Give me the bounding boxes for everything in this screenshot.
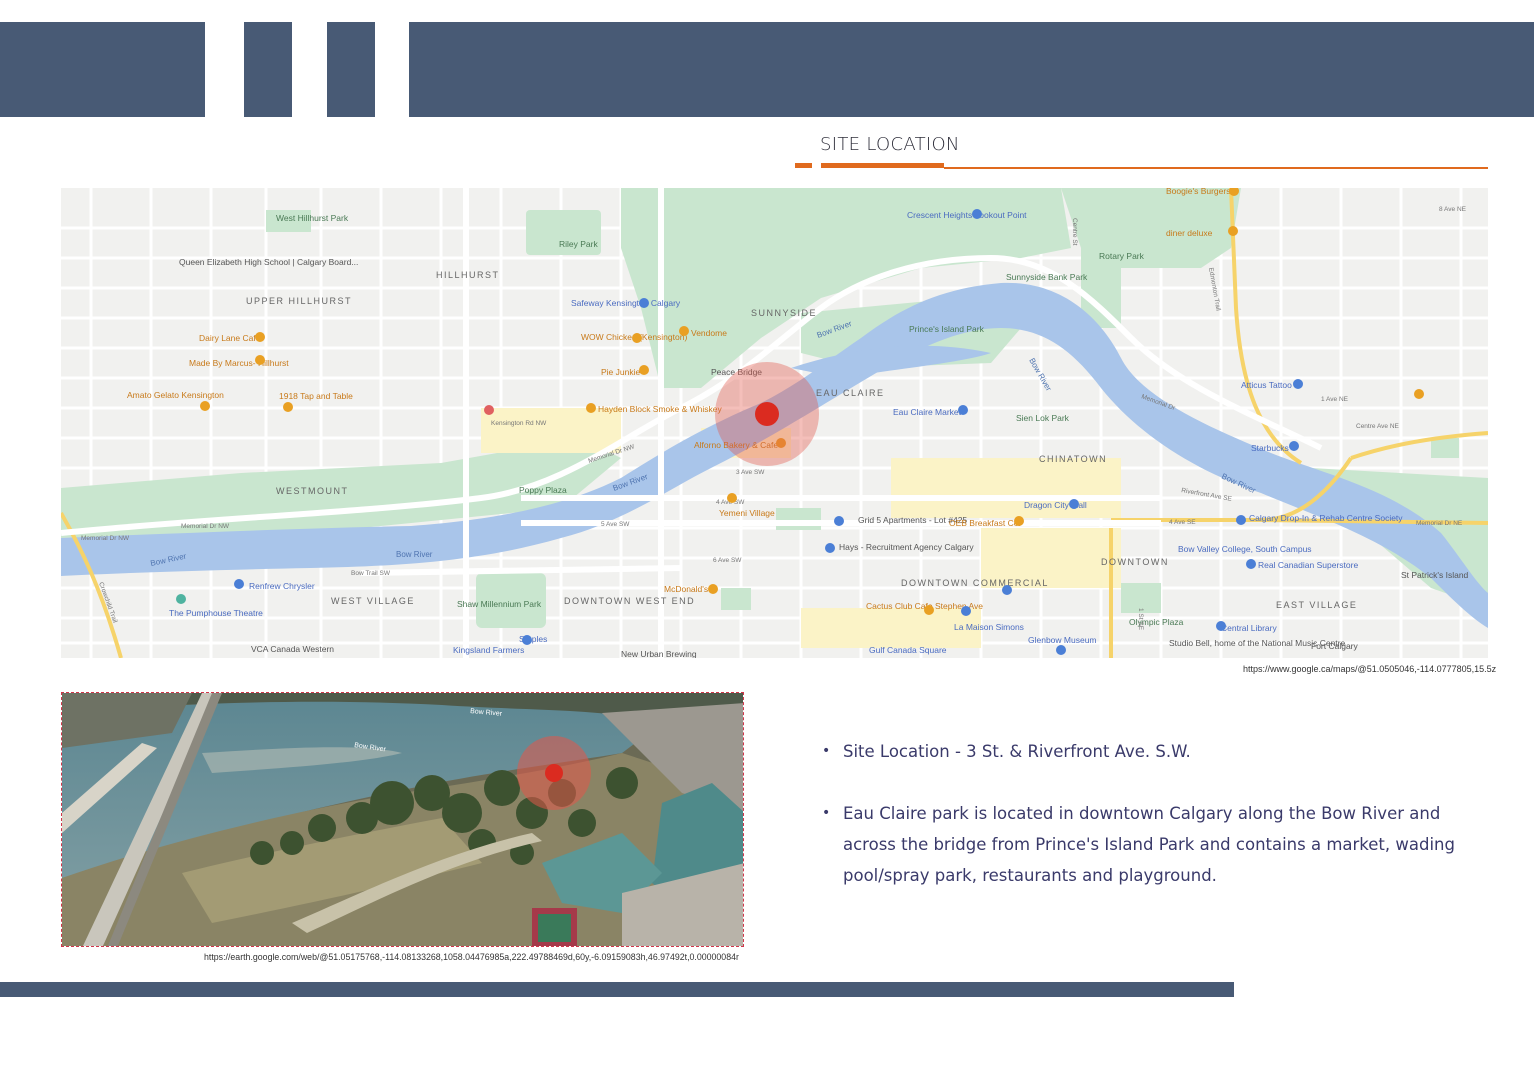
- map-place-hays: Hays - Recruitment Agency Calgary: [839, 542, 974, 552]
- map-place-kingsland: Kingsland Farmers: [453, 645, 524, 655]
- map-place-atticus: Atticus Tattoo: [1241, 380, 1292, 390]
- header-band-3: [327, 22, 375, 117]
- map-place-vendome: Vendome: [691, 328, 727, 338]
- header-band-1: [0, 22, 205, 117]
- map-place-bow-valley-college: Bow Valley College, South Campus: [1178, 544, 1312, 554]
- map-place-fort-calgary: Fort Calgary: [1311, 641, 1359, 651]
- map-place-west-hillhurst-park: West Hillhurst Park: [276, 213, 349, 223]
- map-place-rotary-park: Rotary Park: [1099, 251, 1145, 261]
- map-place-amato-gelato: Amato Gelato Kensington: [127, 390, 224, 400]
- map-place-gulf-canada: Gulf Canada Square: [869, 645, 947, 655]
- map-label-upper-hillhurst: UPPER HILLHURST: [246, 296, 352, 306]
- map-label-sunnyside: SUNNYSIDE: [751, 308, 817, 318]
- map-street-label: Bow Trail SW: [351, 570, 391, 577]
- map-place-riley-park: Riley Park: [559, 239, 598, 249]
- map-place-mcdonalds: McDonald's: [664, 584, 708, 594]
- title-accent-thick: [821, 163, 944, 168]
- site-marker: [755, 402, 779, 426]
- map-street-label: Memorial Dr NE: [1416, 520, 1463, 527]
- map-place-queen-elizabeth: Queen Elizabeth High School | Calgary Bo…: [179, 257, 358, 267]
- bullet-text: Eau Claire park is located in downtown C…: [843, 804, 1455, 885]
- map-place-pie-junkie: Pie Junkie: [601, 367, 640, 377]
- map-label-eau-claire: EAU CLAIRE: [816, 388, 885, 398]
- map-street-label: Centre St: [1071, 218, 1078, 246]
- header-band-2: [244, 22, 292, 117]
- map-label-west-village: WEST VILLAGE: [331, 596, 415, 606]
- map-street-label: 5 Ave SW: [601, 521, 630, 528]
- map-label-east-village: EAST VILLAGE: [1276, 600, 1357, 610]
- map-place-central-library: Central Library: [1221, 623, 1277, 633]
- map-place-made-by-marcus: Made By Marcus- Hillhurst: [189, 358, 289, 368]
- map-place-shaw-millennium: Shaw Millennium Park: [457, 599, 542, 609]
- map-place-starbucks: Starbucks: [1251, 443, 1289, 453]
- map-street-label: Memorial Dr NW: [181, 523, 230, 530]
- header-band-4: [409, 22, 1534, 117]
- map-street-label: 3 Ave SW: [736, 469, 765, 476]
- title-accent-small: [795, 163, 812, 168]
- photo-site-marker: [545, 764, 563, 782]
- map-place-eau-claire-market: Eau Claire Market: [893, 407, 962, 417]
- map-label-hillhurst: HILLHURST: [436, 270, 500, 280]
- map-street-label: Centre Ave NE: [1356, 423, 1400, 430]
- map-place-crescent-heights: Crescent Heights Lookout Point: [907, 210, 1027, 220]
- map-place-diner-deluxe: diner deluxe: [1166, 228, 1213, 238]
- map-place-vca: VCA Canada Western: [251, 644, 334, 654]
- photo-credit[interactable]: https://earth.google.com/web/@51.0517576…: [204, 952, 744, 962]
- map-place-superstore: Real Canadian Superstore: [1258, 560, 1358, 570]
- map-street-label: 4 Ave SE: [1169, 519, 1196, 526]
- map-place-oeb: OEB Breakfast Co.: [949, 518, 1021, 528]
- footer-band: [0, 982, 1234, 997]
- map-street-label: 1 Ave NE: [1321, 396, 1349, 403]
- bullet-glyph: •: [822, 805, 831, 821]
- map-place-hayden-block: Hayden Block Smoke & Whiskey: [598, 404, 723, 414]
- page-title: SITE LOCATION: [820, 134, 960, 155]
- map-label-chinatown: CHINATOWN: [1039, 454, 1107, 464]
- map-place-new-urban: New Urban Brewing: [621, 649, 697, 658]
- map-label-westmount: WESTMOUNT: [276, 486, 349, 496]
- map-place-safeway: Safeway Kensington Calgary: [571, 298, 681, 308]
- map-street-label: Kensington Rd NW: [491, 420, 547, 427]
- map-label-downtown: DOWNTOWN: [1101, 557, 1169, 567]
- map-river-label: Bow River: [396, 550, 433, 559]
- description-list: • Site Location - 3 St. & Riverfront Ave…: [820, 736, 1490, 922]
- map-place-la-maison-simons: La Maison Simons: [954, 622, 1024, 632]
- map-label-downtown-west-end: DOWNTOWN WEST END: [564, 596, 695, 606]
- list-item: • Eau Claire park is located in downtown…: [820, 798, 1490, 891]
- map-street-label: 1 St SE: [1137, 608, 1144, 631]
- map-place-glenbow: Glenbow Museum: [1028, 635, 1097, 645]
- map-place-princes-island: Prince's Island Park: [909, 324, 985, 334]
- map-label-downtown-commercial: DOWNTOWN COMMERCIAL: [901, 578, 1049, 588]
- map-place-1918-tap: 1918 Tap and Table: [279, 391, 353, 401]
- map-street-label: 6 Ave SW: [713, 557, 742, 564]
- bullet-text: Site Location - 3 St. & Riverfront Ave. …: [843, 742, 1191, 761]
- site-map: HILLHURST UPPER HILLHURST SUNNYSIDE EAU …: [61, 188, 1488, 658]
- map-place-renfrew: Renfrew Chrysler: [249, 581, 315, 591]
- map-place-sunnyside-bank: Sunnyside Bank Park: [1006, 272, 1088, 282]
- map-place-pumphouse: The Pumphouse Theatre: [169, 608, 263, 618]
- map-place-boogies: Boogie's Burgers: [1166, 188, 1230, 196]
- map-credit[interactable]: https://www.google.ca/maps/@51.0505046,-…: [1243, 664, 1496, 674]
- map-street-label: 8 Ave NE: [1439, 206, 1467, 213]
- title-rule: [944, 167, 1488, 169]
- map-place-poppy-plaza: Poppy Plaza: [519, 485, 567, 495]
- map-place-drop-in: Calgary Drop-In & Rehab Centre Society: [1249, 513, 1403, 523]
- map-place-st-patricks: St Patrick's Island: [1401, 570, 1469, 580]
- list-item: • Site Location - 3 St. & Riverfront Ave…: [820, 736, 1490, 767]
- map-place-yemeni: Yemeni Village: [719, 508, 775, 518]
- map-place-dairy-lane: Dairy Lane Cafe: [199, 333, 261, 343]
- map-street-label: Memorial Dr NW: [81, 535, 130, 542]
- map-place-sien-lok: Sien Lok Park: [1016, 413, 1070, 423]
- aerial-photo: Bow River Bow River: [61, 692, 744, 947]
- bullet-glyph: •: [822, 743, 831, 759]
